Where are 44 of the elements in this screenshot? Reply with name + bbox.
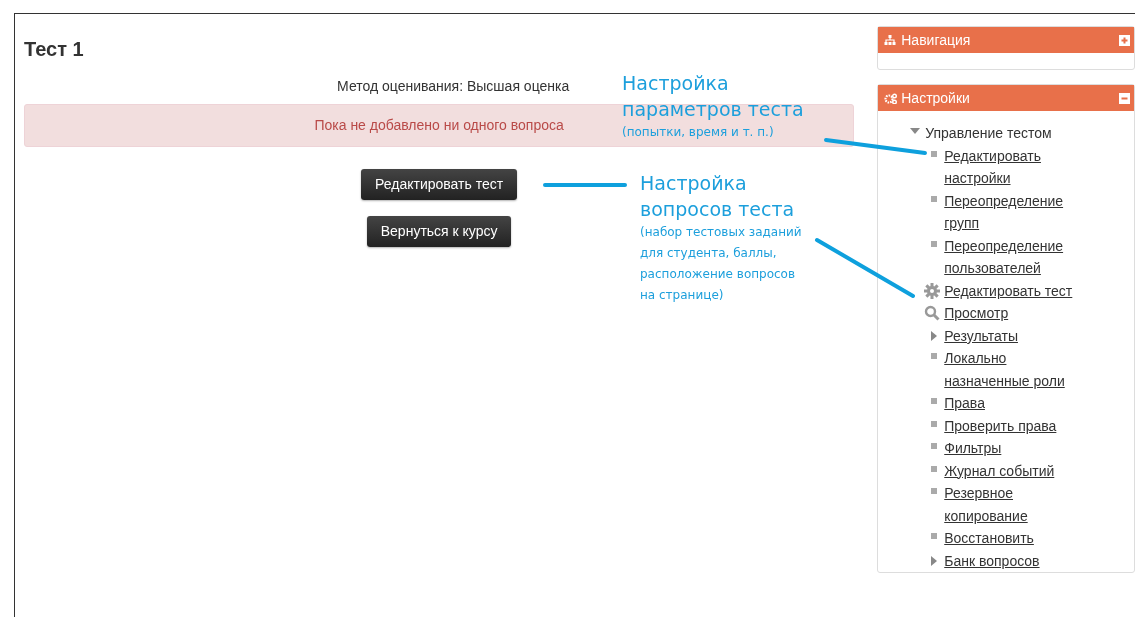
caret-down-icon[interactable] [910,128,921,134]
action-button[interactable]: Редактировать тест [361,169,518,200]
menu-link[interactable]: Просмотр [944,302,1009,325]
bullet-icon [931,240,938,247]
bullet-icon [931,150,938,157]
gear-icon [924,282,941,299]
gears-icon [884,92,898,104]
menu-link[interactable]: Переопределение пользователей [944,234,1090,280]
annotation-note: (попытки, время и т. п.) [622,124,775,141]
menu-link[interactable]: Проверить права [944,414,1057,437]
caret-right-icon[interactable] [931,330,938,341]
action-button[interactable]: Вернуться к курсу [366,216,512,247]
expand-icon[interactable] [1119,34,1130,46]
menu-link[interactable]: Права [944,392,985,415]
menu-link[interactable]: Редактировать настройки [944,144,1090,190]
menu-link[interactable]: Переопределение групп [944,189,1090,235]
bullet-icon [931,353,938,359]
search-icon [924,305,941,321]
grading-method-text: Метод оценивания: Высшая оценка [337,77,570,96]
block-title: Навигация [901,30,971,50]
bullet-icon [931,465,938,472]
menu-link[interactable]: Резервное копирование [944,482,1090,527]
tree-node-label: Управление тестом [925,124,1052,143]
menu-link[interactable]: Локально назначенные роли [944,347,1090,392]
menu-link[interactable]: Восстановить [944,527,1034,550]
bullet-icon [931,420,938,427]
sitemap-icon [884,34,898,46]
bullet-icon [931,195,938,202]
annotation-note: (набор тестовых заданий для студента, баллы, расположение вопросов на странице) [640,224,803,304]
collapse-icon[interactable] [1119,92,1130,104]
menu-link[interactable]: Редактировать тест [944,279,1073,302]
caret-right-icon[interactable] [931,555,938,566]
menu-link[interactable]: Результаты [944,324,1018,347]
bullet-icon [931,488,938,494]
page-title: Тест 1 [24,37,85,62]
annotation-heading: Настройка вопросов теста [640,171,796,222]
block-title: Настройки [901,88,970,108]
bullet-icon [931,443,938,449]
bullet-icon [931,398,938,404]
menu-link[interactable]: Журнал событий [944,459,1055,482]
annotation-heading: Настройка параметров теста [622,71,805,122]
bullet-icon [931,533,938,539]
menu-link[interactable]: Фильтры [944,437,1002,460]
menu-link[interactable]: Банк вопросов [944,549,1040,572]
